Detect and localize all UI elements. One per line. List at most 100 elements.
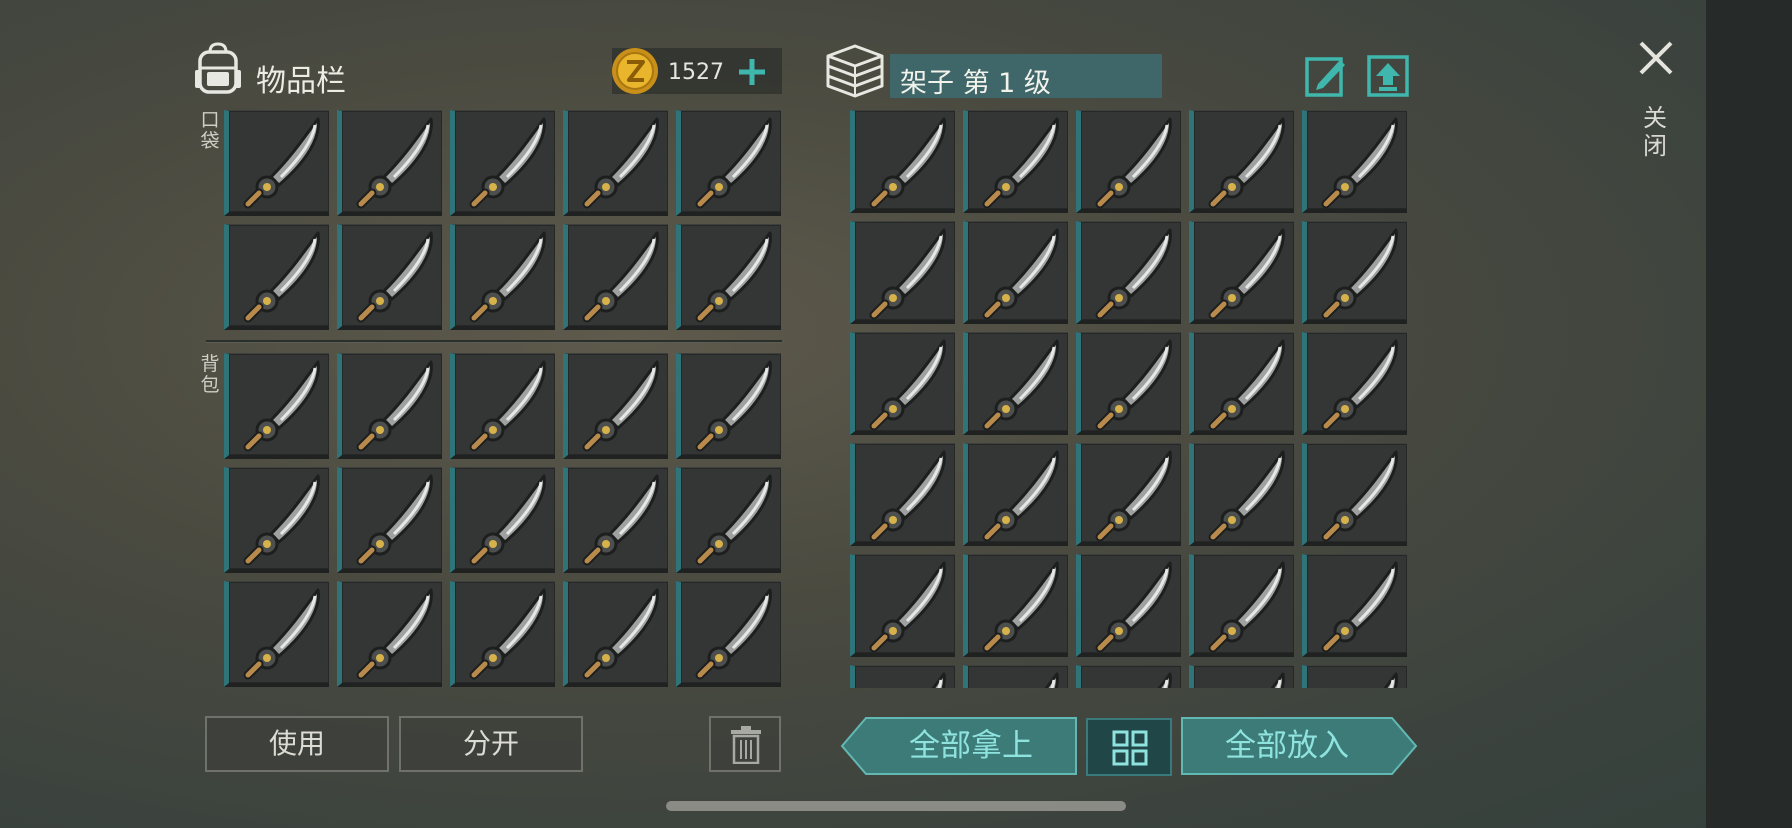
shelf-slot[interactable] [1302, 554, 1407, 657]
shelf-slot[interactable] [1076, 554, 1181, 657]
backpack-slot[interactable] [224, 581, 329, 687]
backpack-slot[interactable] [224, 467, 329, 573]
sort-button[interactable] [1086, 718, 1172, 776]
sword-icon [982, 450, 1059, 542]
sword-icon [1095, 561, 1172, 653]
coin-amount: 1527 [668, 60, 724, 85]
pocket-slot[interactable] [676, 224, 781, 330]
sword-icon [1208, 450, 1285, 542]
backpack-slot[interactable] [563, 581, 668, 687]
shelf-slot[interactable] [963, 665, 1068, 688]
backpack-slot[interactable] [676, 353, 781, 459]
sword-icon [869, 450, 946, 542]
shelf-slot[interactable] [1302, 221, 1407, 324]
close-label[interactable]: 关闭 [1640, 104, 1670, 160]
pocket-slot[interactable] [337, 224, 442, 330]
sword-icon [356, 360, 433, 452]
trash-button[interactable] [709, 716, 781, 772]
shelf-slot[interactable] [1076, 443, 1181, 546]
upgrade-icon[interactable] [1366, 54, 1410, 98]
pocket-slot[interactable] [224, 110, 329, 216]
take-all-button[interactable]: 全部拿上 [840, 716, 1078, 776]
pocket-slot[interactable] [563, 110, 668, 216]
sword-icon [356, 117, 433, 209]
backpack-slot[interactable] [337, 467, 442, 573]
shelf-slot[interactable] [1076, 110, 1181, 213]
shelf-slot[interactable] [1076, 221, 1181, 324]
inventory-header: 物品栏 1527 [192, 40, 782, 100]
put-all-button[interactable]: 全部放入 [1180, 716, 1418, 776]
sword-icon [243, 117, 320, 209]
sword-icon [1321, 117, 1398, 209]
sword-icon [1321, 339, 1398, 431]
shelf-slot[interactable] [1189, 443, 1294, 546]
sword-icon [356, 474, 433, 566]
shelf-name-field[interactable]: 架子 第 1 级 [890, 54, 1162, 99]
backpack-slot[interactable] [563, 467, 668, 573]
shelf-slot[interactable] [963, 332, 1068, 435]
pocket-slot[interactable] [450, 224, 555, 330]
shelf-slot[interactable] [850, 221, 955, 324]
shelf-title: 架子 第 1 级 [900, 68, 1051, 99]
coin-icon [612, 48, 658, 94]
backpack-slot[interactable] [676, 581, 781, 687]
sword-icon [356, 231, 433, 323]
pocket-label: 口袋 [200, 109, 220, 152]
trash-icon [731, 726, 761, 764]
shelf-slot[interactable] [1302, 110, 1407, 213]
shelf-slot[interactable] [1076, 332, 1181, 435]
backpack-slot[interactable] [224, 353, 329, 459]
backpack-slot[interactable] [450, 353, 555, 459]
shelf-slot[interactable] [850, 332, 955, 435]
sword-icon [243, 231, 320, 323]
backpack-slot[interactable] [337, 353, 442, 459]
pocket-slot[interactable] [676, 110, 781, 216]
shelf-slot[interactable] [1302, 443, 1407, 546]
shelf-icon [826, 44, 884, 98]
shelf-slot[interactable] [1302, 665, 1407, 688]
sword-icon [582, 360, 659, 452]
pocket-slot[interactable] [450, 110, 555, 216]
grid-icon [1112, 730, 1148, 766]
use-button[interactable]: 使用 [205, 716, 389, 772]
backpack-label: 背包 [200, 353, 220, 396]
sword-icon [1270, 672, 1285, 688]
shelf-slot[interactable] [963, 554, 1068, 657]
shelf-slot[interactable] [850, 665, 955, 688]
shelf-scroll-area[interactable] [850, 110, 1410, 688]
backpack-slot[interactable] [676, 467, 781, 573]
sword-icon [1095, 228, 1172, 320]
shelf-slot[interactable] [850, 110, 955, 213]
sword-icon [356, 588, 433, 680]
shelf-slot[interactable] [1189, 332, 1294, 435]
shelf-slot[interactable] [850, 443, 955, 546]
edit-icon[interactable] [1304, 54, 1348, 98]
shelf-slot[interactable] [1189, 554, 1294, 657]
backpack-slot[interactable] [450, 581, 555, 687]
shelf-slot[interactable] [963, 443, 1068, 546]
plus-icon[interactable] [732, 52, 772, 92]
shelf-slot[interactable] [1189, 110, 1294, 213]
close-icon[interactable] [1636, 38, 1676, 78]
shelf-slot[interactable] [850, 554, 955, 657]
split-button[interactable]: 分开 [399, 716, 583, 772]
sword-icon [869, 339, 946, 431]
backpack-slot[interactable] [337, 581, 442, 687]
sword-icon [695, 474, 772, 566]
shelf-slot[interactable] [1076, 665, 1181, 688]
sword-icon [469, 588, 546, 680]
shelf-slot[interactable] [963, 110, 1068, 213]
pocket-slot[interactable] [337, 110, 442, 216]
pocket-slot[interactable] [563, 224, 668, 330]
shelf-slot[interactable] [1189, 665, 1294, 688]
backpack-slot[interactable] [563, 353, 668, 459]
shelf-slot[interactable] [1302, 332, 1407, 435]
backpack-slot[interactable] [450, 467, 555, 573]
shelf-slot[interactable] [1189, 221, 1294, 324]
pocket-slot[interactable] [224, 224, 329, 330]
sword-icon [982, 117, 1059, 209]
shelf-slot[interactable] [963, 221, 1068, 324]
home-indicator[interactable] [666, 801, 1126, 811]
backpack-grid [224, 353, 781, 687]
sword-icon [582, 588, 659, 680]
